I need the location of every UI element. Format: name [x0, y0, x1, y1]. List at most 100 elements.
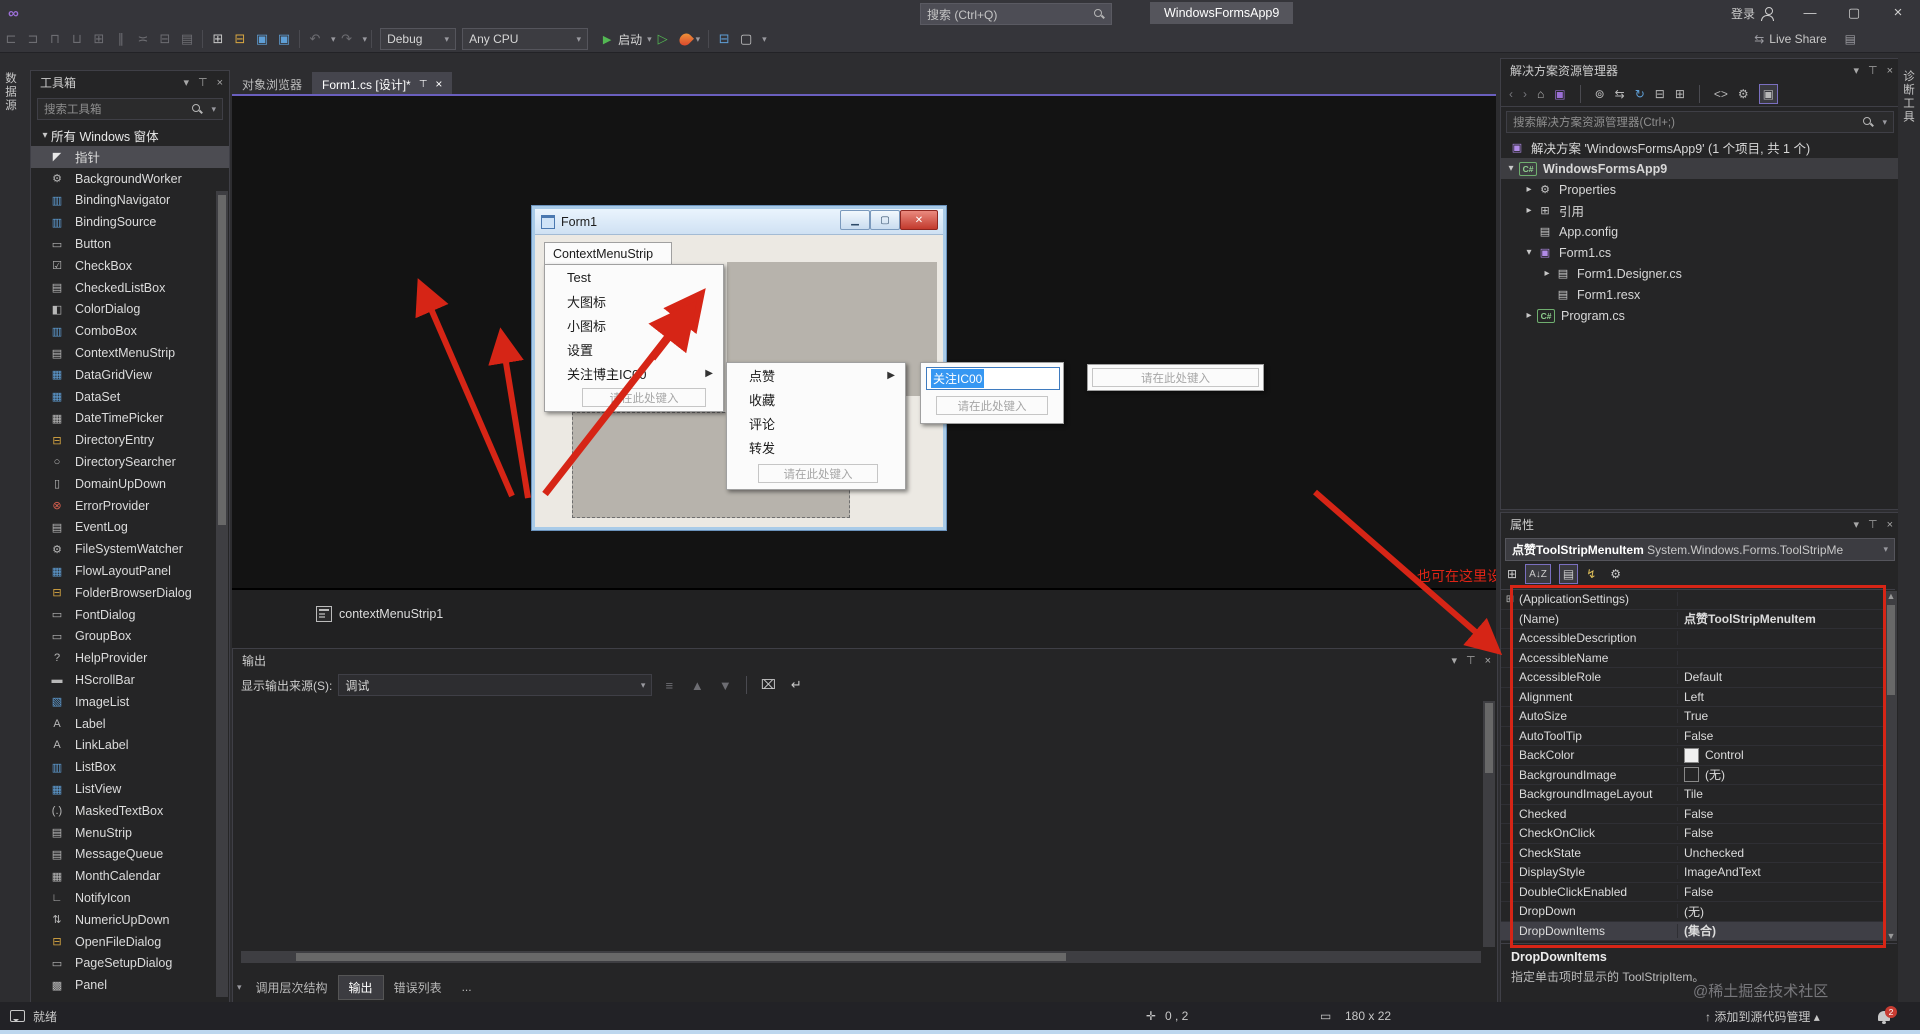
toolbox-item[interactable]: ▦ MonthCalendar	[31, 865, 229, 887]
toolbox-item[interactable]: ▥ ComboBox	[31, 320, 229, 342]
property-row[interactable]: ⊞ AccessibleName	[1501, 649, 1895, 668]
expander-icon[interactable]	[1523, 247, 1535, 258]
tree-node[interactable]: ⚙ Properties	[1501, 179, 1899, 200]
sync-icon[interactable]: ⇆	[1615, 87, 1625, 101]
window-position-icon[interactable]: ▾	[1853, 518, 1859, 531]
toolbox-item[interactable]: ◤ 指针	[31, 146, 229, 168]
form-close-button[interactable]: ✕	[900, 210, 938, 230]
toolbox-item[interactable]: ? HelpProvider	[31, 647, 229, 669]
same-size-icon[interactable]: ⊞	[88, 31, 110, 47]
toolbox-item[interactable]: ☑ CheckBox	[31, 255, 229, 277]
find-in-files-icon[interactable]: ⊟	[713, 31, 735, 47]
toolbox-item[interactable]: ▧ ImageList	[31, 691, 229, 713]
toolbox-item[interactable]: A LinkLabel	[31, 735, 229, 757]
pin-icon[interactable]: ⊤	[198, 76, 208, 89]
menu-item[interactable]	[29, 0, 47, 26]
menu-item[interactable]	[47, 0, 65, 26]
close-icon[interactable]: ×	[217, 77, 223, 89]
toolbox-item[interactable]: A Label	[31, 713, 229, 735]
notifications-bell-icon[interactable]: 2	[1878, 1006, 1897, 1024]
pin-icon[interactable]: ⊤	[419, 79, 428, 90]
menu-item[interactable]	[101, 0, 119, 26]
expander-icon[interactable]	[1505, 163, 1517, 174]
alphabetical-icon[interactable]: A↓Z	[1525, 564, 1551, 584]
feedback-icon[interactable]: ▤	[1845, 32, 1856, 46]
refresh-icon[interactable]: ↻	[1635, 87, 1645, 101]
toolbox-item[interactable]: ▥ BindingSource	[31, 211, 229, 233]
live-share-button[interactable]: ⇆ Live Share ▤	[1754, 26, 1856, 52]
group-icon[interactable]: ▤	[176, 31, 198, 47]
hot-reload-icon[interactable]	[676, 30, 694, 48]
window-position-icon[interactable]: ▾	[1853, 64, 1859, 77]
toolbox-item[interactable]: ▦ DataSet	[31, 386, 229, 408]
menu-item[interactable]	[173, 0, 191, 26]
h-space-icon[interactable]: ∥	[110, 31, 132, 47]
pin-icon[interactable]: ⊤	[1868, 64, 1878, 77]
menu-item[interactable]: 评论▶	[727, 411, 905, 435]
expander-icon[interactable]	[1523, 184, 1535, 195]
toolbox-item[interactable]: ⚙ FileSystemWatcher	[31, 538, 229, 560]
toolbox-item[interactable]: ⊗ ErrorProvider	[31, 495, 229, 517]
menu-item[interactable]: 小图标▶	[545, 313, 723, 337]
tree-node[interactable]: ▣ Form1.cs	[1501, 242, 1899, 263]
menu-item[interactable]	[209, 0, 227, 26]
solution-root-node[interactable]: ▣ 解决方案 'WindowsFormsApp9' (1 个项目, 共 1 个)	[1501, 137, 1899, 158]
sign-in-button[interactable]: 登录	[1731, 5, 1755, 22]
toolbox-item[interactable]: ▬ HScrollBar	[31, 669, 229, 691]
toolbox-item[interactable]: ▤ ContextMenuStrip	[31, 342, 229, 364]
toolbox-item[interactable]: ▩ Panel	[31, 974, 229, 996]
menu-item[interactable]	[245, 0, 263, 26]
solution-configurations-dropdown[interactable]: Debug ▾	[380, 28, 457, 50]
type-here-box[interactable]: 请在此处键入	[936, 396, 1048, 415]
menu-item[interactable]: 关注博主IC00 ▶	[545, 361, 723, 385]
menu-item[interactable]: 收藏▶	[727, 387, 905, 411]
form-maximize-button[interactable]: ▢	[870, 210, 900, 230]
tree-node[interactable]: ⊞ 引用	[1501, 200, 1899, 221]
toolbox-item[interactable]: ▥ BindingNavigator	[31, 190, 229, 212]
v-space-icon[interactable]: ≍	[132, 31, 154, 47]
pending-changes-icon[interactable]: ⊚	[1595, 87, 1605, 101]
toolbox-item[interactable]: ▥ ListBox	[31, 756, 229, 778]
property-row[interactable]: ⊞ AutoToolTip False	[1501, 727, 1895, 746]
toolbox-scrollbar[interactable]	[216, 191, 228, 997]
toolbox-item[interactable]: ⚙ BackgroundWorker	[31, 168, 229, 190]
tree-node[interactable]: ▤ Form1.Designer.cs	[1501, 263, 1899, 284]
toolbox-item[interactable]: ⊟ FolderBrowserDialog	[31, 582, 229, 604]
properties-view-icon[interactable]: ▤	[1558, 564, 1579, 584]
view-code-icon[interactable]: <>	[1714, 87, 1728, 101]
menu-item[interactable]: Test▶	[545, 265, 723, 289]
categorized-icon[interactable]: ⊞	[1507, 567, 1517, 581]
toolbox-item[interactable]: ⊟ DirectoryEntry	[31, 429, 229, 451]
window-position-icon[interactable]: ▾	[183, 76, 189, 89]
toolbox-item[interactable]: ▯ DomainUpDown	[31, 473, 229, 495]
menu-item[interactable]	[155, 0, 173, 26]
copy-icon[interactable]: ⊞	[1675, 87, 1685, 101]
go-to-previous-icon[interactable]: ▲	[686, 678, 708, 693]
property-row[interactable]: ⊞ Alignment Left	[1501, 688, 1895, 707]
property-row[interactable]: ⊞ DoubleClickEnabled False	[1501, 883, 1895, 902]
toolbox-item[interactable]: ▤ MenuStrip	[31, 822, 229, 844]
tab-form1-designer[interactable]: Form1.cs [设计]* ⊤ ×	[312, 72, 453, 96]
new-project-icon[interactable]: ⊞	[207, 31, 229, 47]
home-icon[interactable]: ⌂	[1537, 87, 1544, 101]
menu-item[interactable]: 转发▶	[727, 435, 905, 459]
property-row[interactable]: ⊞ CheckOnClick False	[1501, 824, 1895, 844]
align-center-icon[interactable]: ⊐	[22, 31, 44, 47]
word-wrap-icon[interactable]: ↵	[785, 677, 807, 693]
toolbox-item[interactable]: ▤ CheckedListBox	[31, 277, 229, 299]
solution-platforms-dropdown[interactable]: Any CPU ▾	[462, 28, 589, 50]
save-icon[interactable]: ▣	[251, 31, 273, 47]
show-all-files-icon[interactable]: ▣	[1758, 84, 1779, 104]
output-vertical-scrollbar[interactable]	[1483, 701, 1495, 947]
menu-item[interactable]: 点赞 ▶	[727, 363, 905, 387]
order-icon[interactable]: ⊟	[154, 31, 176, 47]
diagnostic-tools-vertical-tab[interactable]: 诊断工具	[1898, 64, 1918, 130]
toolbox-item[interactable]: (.) MaskedTextBox	[31, 800, 229, 822]
open-file-icon[interactable]: ⊟	[229, 31, 251, 47]
menu-item[interactable]	[119, 0, 137, 26]
save-all-icon[interactable]: ▣	[273, 31, 295, 47]
redo-icon[interactable]: ↷	[336, 31, 358, 47]
go-to-next-icon[interactable]: ▼	[714, 678, 736, 693]
menu-item[interactable]	[65, 0, 83, 26]
tree-node[interactable]: ▤ Form1.resx	[1501, 284, 1899, 305]
